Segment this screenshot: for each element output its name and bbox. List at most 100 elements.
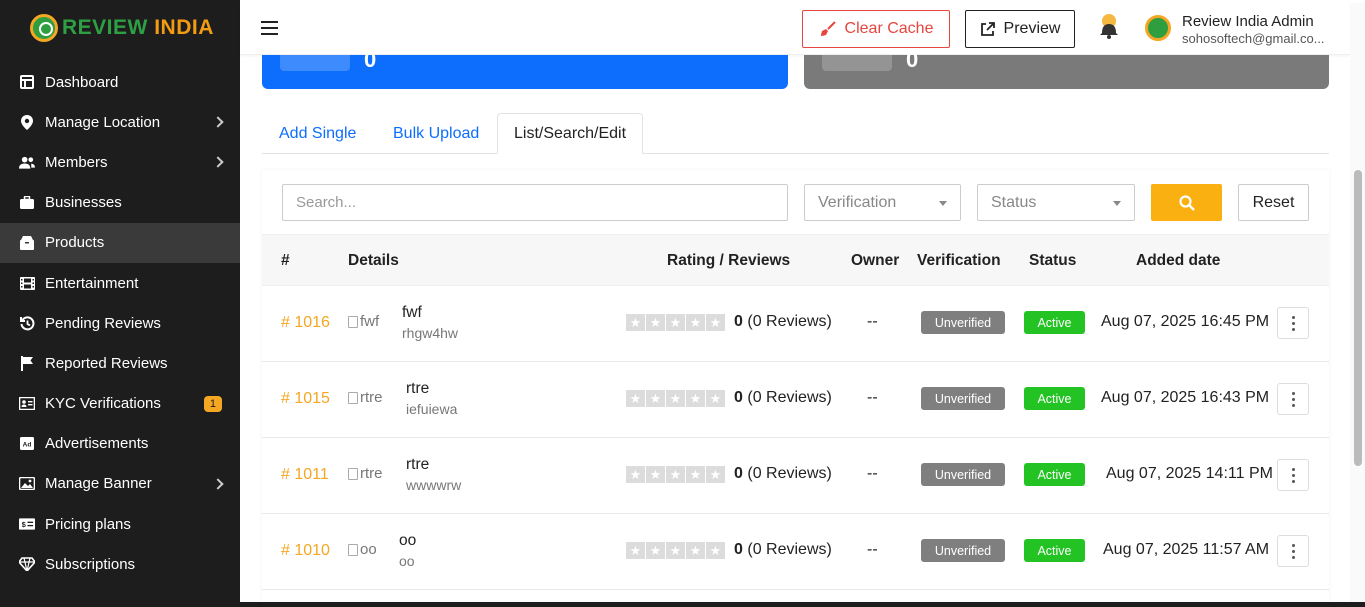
gem-icon xyxy=(19,556,35,572)
column-header-rating: Rating / Reviews xyxy=(667,252,791,269)
sidebar-item-reported-reviews[interactable]: Reported Reviews xyxy=(0,343,240,383)
sidebar-item-manage-banner[interactable]: Manage Banner xyxy=(0,464,240,504)
caret-down-icon xyxy=(1113,201,1121,206)
admin-avatar[interactable] xyxy=(1145,15,1171,41)
stat-card-blue-value: 0 xyxy=(364,47,377,72)
star-icon: ★ xyxy=(686,390,705,407)
added-date: Aug 07, 2025 16:43 PM xyxy=(1101,389,1270,406)
clear-cache-button[interactable]: Clear Cache xyxy=(802,10,950,48)
owner-value: -- xyxy=(867,389,878,406)
page-scrollbar[interactable] xyxy=(1350,3,1365,602)
star-icon: ★ xyxy=(706,314,725,331)
star-icon: ★ xyxy=(626,390,645,407)
sidebar-item-kyc-verifications[interactable]: KYC Verifications 1 xyxy=(0,384,240,424)
product-id-link[interactable]: # 1015 xyxy=(281,390,330,408)
column-header-details: Details xyxy=(348,252,399,269)
rating-value: 0 xyxy=(734,541,743,558)
verification-badge: Unverified xyxy=(921,539,1005,562)
status-badge: Active xyxy=(1024,311,1085,334)
rating-summary: 0 (0 Reviews) xyxy=(734,465,832,483)
stat-card-gray: 0 xyxy=(804,47,1329,89)
tab-bulk-upload[interactable]: Bulk Upload xyxy=(393,113,479,154)
sidebar-item-entertainment[interactable]: Entertainment xyxy=(0,263,240,303)
preview-label: Preview xyxy=(1003,20,1061,37)
search-icon xyxy=(1178,194,1195,211)
thumbnail-alt-text: oo xyxy=(360,541,377,558)
thumbnail-alt-text: rtre xyxy=(360,389,383,406)
sidebar-item-pricing-plans[interactable]: $ Pricing plans xyxy=(0,504,240,544)
rating-summary: 0 (0 Reviews) xyxy=(734,389,832,407)
product-subtitle: iefuiewa xyxy=(406,401,458,417)
sidebar-item-label: Members xyxy=(45,153,108,171)
star-icon: ★ xyxy=(706,390,725,407)
row-actions-menu-icon[interactable] xyxy=(1277,307,1309,339)
sidebar-item-products[interactable]: Products xyxy=(0,222,240,263)
product-name[interactable]: rtre xyxy=(406,380,429,398)
row-actions-menu-icon[interactable] xyxy=(1277,535,1309,567)
sidebar-item-members[interactable]: Members xyxy=(0,142,240,182)
search-input[interactable] xyxy=(282,184,788,221)
product-thumbnail[interactable]: rtre xyxy=(348,389,383,406)
sidebar-item-label: Entertainment xyxy=(45,274,139,292)
table-row: # 1011 rtre rtre wwwwrw ★ ★ ★ ★ ★ 0 (0 Reviews) --… xyxy=(262,438,1329,514)
product-name[interactable]: oo xyxy=(399,532,416,550)
star-icon: ★ xyxy=(706,542,725,559)
tab-add-single[interactable]: Add Single xyxy=(279,113,356,154)
brand-name-part1: REVIEW xyxy=(62,16,148,39)
sidebar-item-label: Manage Location xyxy=(45,113,161,131)
admin-name[interactable]: Review India Admin xyxy=(1182,13,1314,30)
sidebar-item-pending-reviews[interactable]: Pending Reviews xyxy=(0,303,240,343)
column-header-added-date: Added date xyxy=(1136,252,1221,269)
tab-list-search-edit[interactable]: List/Search/Edit xyxy=(497,113,644,154)
star-icon: ★ xyxy=(686,542,705,559)
scrollbar-thumb[interactable] xyxy=(1354,170,1362,466)
broom-icon xyxy=(820,21,836,36)
sidebar-item-label: Dashboard xyxy=(45,73,119,91)
hamburger-menu-icon[interactable] xyxy=(261,21,278,35)
product-thumbnail[interactable]: rtre xyxy=(348,465,383,482)
search-button[interactable] xyxy=(1151,184,1222,221)
sidebar-item-label: Subscriptions xyxy=(45,555,136,573)
status-badge: Active xyxy=(1024,387,1085,410)
product-id-link[interactable]: # 1011 xyxy=(281,466,329,484)
sidebar-item-manage-location[interactable]: Manage Location xyxy=(0,102,240,142)
top-header: Clear Cache Preview Review India Admin s… xyxy=(240,3,1350,55)
sidebar-item-dashboard[interactable]: Dashboard xyxy=(0,62,240,102)
product-subtitle: rhgw4hw xyxy=(402,325,459,341)
star-icon: ★ xyxy=(666,542,685,559)
review-count: (0 Reviews) xyxy=(747,313,832,330)
star-icon: ★ xyxy=(626,314,645,331)
sidebar-item-subscriptions[interactable]: Subscriptions xyxy=(0,544,240,584)
film-icon xyxy=(19,275,35,291)
product-name[interactable]: rtre xyxy=(406,456,429,474)
sidebar-item-businesses[interactable]: Businesses xyxy=(0,183,240,223)
preview-button[interactable]: Preview xyxy=(965,10,1075,48)
product-id-link[interactable]: # 1010 xyxy=(281,542,330,560)
column-header-number: # xyxy=(281,252,290,269)
status-select[interactable]: Status xyxy=(977,184,1135,221)
product-name[interactable]: fwf xyxy=(402,304,422,322)
sidebar-item-label: Pricing plans xyxy=(45,515,131,533)
sidebar-item-label: KYC Verifications xyxy=(45,395,161,413)
star-rating: ★ ★ ★ ★ ★ xyxy=(626,390,725,407)
rating-value: 0 xyxy=(734,313,743,330)
row-actions-menu-icon[interactable] xyxy=(1277,383,1309,415)
money-icon: $ xyxy=(19,516,35,532)
product-id-link[interactable]: # 1016 xyxy=(281,314,330,332)
column-header-verification: Verification xyxy=(917,252,1001,269)
star-icon: ★ xyxy=(706,466,725,483)
table-row: # 1010 oo oo oo ★ ★ ★ ★ ★ 0 (0 Reviews) -- Unverifi… xyxy=(262,514,1329,590)
owner-value: -- xyxy=(867,541,878,558)
box-icon xyxy=(19,235,35,251)
notification-bell-icon[interactable] xyxy=(1098,14,1120,40)
product-thumbnail[interactable]: oo xyxy=(348,541,377,558)
star-icon: ★ xyxy=(666,390,685,407)
reset-button[interactable]: Reset xyxy=(1238,184,1309,221)
row-actions-menu-icon[interactable] xyxy=(1277,459,1309,491)
product-thumbnail[interactable]: fwf xyxy=(348,313,379,330)
chevron-right-icon xyxy=(212,116,224,128)
brand-logo[interactable]: REVIEW INDIA xyxy=(0,0,240,56)
sidebar-item-advertisements[interactable]: Ad Advertisements xyxy=(0,424,240,464)
star-icon: ★ xyxy=(666,314,685,331)
verification-select[interactable]: Verification xyxy=(804,184,961,221)
